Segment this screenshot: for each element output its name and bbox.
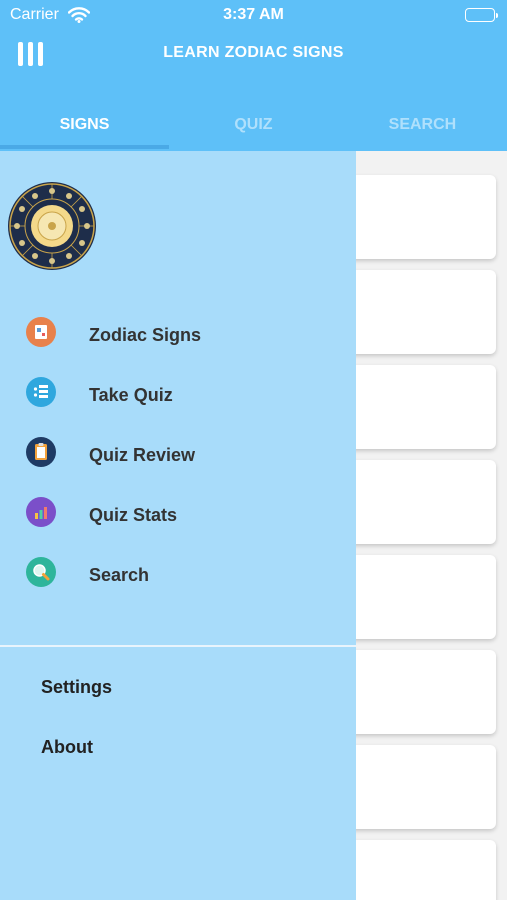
drawer-item-label: Search [89,565,150,585]
tab-signs[interactable]: SIGNS [0,104,169,151]
tab-search[interactable]: SEARCH [338,104,507,151]
tab-quiz[interactable]: QUIZ [169,104,338,151]
drawer-item-label: Quiz Review [89,445,196,465]
drawer-item-about[interactable]: About [41,737,93,758]
drawer-item-quiz-review[interactable]: Quiz Review [0,437,356,497]
active-tab-indicator [0,145,169,149]
tab-bar: SIGNS QUIZ SEARCH [0,104,507,151]
zodiac-wheel-logo [7,181,97,271]
drawer-item-take-quiz[interactable]: Take Quiz [0,377,356,437]
drawer-divider [0,645,356,647]
app-header: Carrier 3:37 AM LEARN ZODIAC SIGNS SIGNS… [0,0,507,151]
tab-label: QUIZ [234,116,273,133]
zodiac-signs-icon [26,317,56,347]
drawer-item-quiz-stats[interactable]: Quiz Stats [0,497,356,557]
drawer-item-zodiac-signs[interactable]: Zodiac Signs [0,317,356,377]
status-bar: Carrier 3:37 AM [0,0,507,30]
quiz-stats-icon [26,497,56,527]
drawer-item-settings[interactable]: Settings [41,677,112,698]
page-title: LEARN ZODIAC SIGNS [163,44,344,61]
tab-label: SEARCH [388,116,457,133]
drawer-item-label: Zodiac Signs [89,325,202,345]
drawer-item-label: Take Quiz [89,385,173,405]
tab-label: SIGNS [59,116,110,133]
drawer-item-search[interactable]: Search [0,557,356,617]
drawer-item-label: Quiz Stats [89,505,178,525]
status-time: 3:37 AM [223,6,284,23]
search-icon [26,557,56,587]
navigation-drawer: Zodiac Signs Take Quiz Quiz Review Quiz … [0,151,356,900]
take-quiz-icon [26,377,56,407]
battery-icon [465,8,498,22]
quiz-review-icon [26,437,56,467]
